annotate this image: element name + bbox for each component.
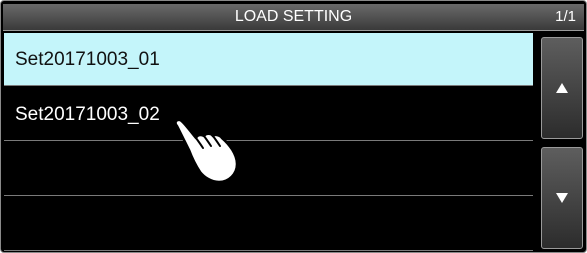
title-bar: LOAD SETTING 1/1	[3, 4, 584, 31]
pointing-hand-icon	[174, 118, 239, 184]
list-item[interactable]	[4, 198, 533, 251]
list-item[interactable]: Set20171003_01	[4, 33, 533, 86]
list-item[interactable]	[4, 143, 533, 196]
screen-title: LOAD SETTING	[234, 8, 353, 25]
list-item[interactable]: Set20171003_02	[4, 88, 533, 141]
list-item-label: Set20171003_01	[15, 49, 160, 70]
settings-list: Set20171003_01 Set20171003_02	[4, 33, 533, 251]
scroll-down-button[interactable]	[541, 147, 583, 249]
triangle-down-icon	[556, 193, 568, 203]
scroll-up-button[interactable]	[541, 37, 583, 139]
triangle-up-icon	[556, 83, 568, 93]
load-setting-screen: LOAD SETTING 1/1 Set20171003_01 Set20171…	[0, 0, 587, 253]
list-item-label: Set20171003_02	[15, 104, 160, 125]
page-indicator: 1/1	[555, 8, 576, 25]
